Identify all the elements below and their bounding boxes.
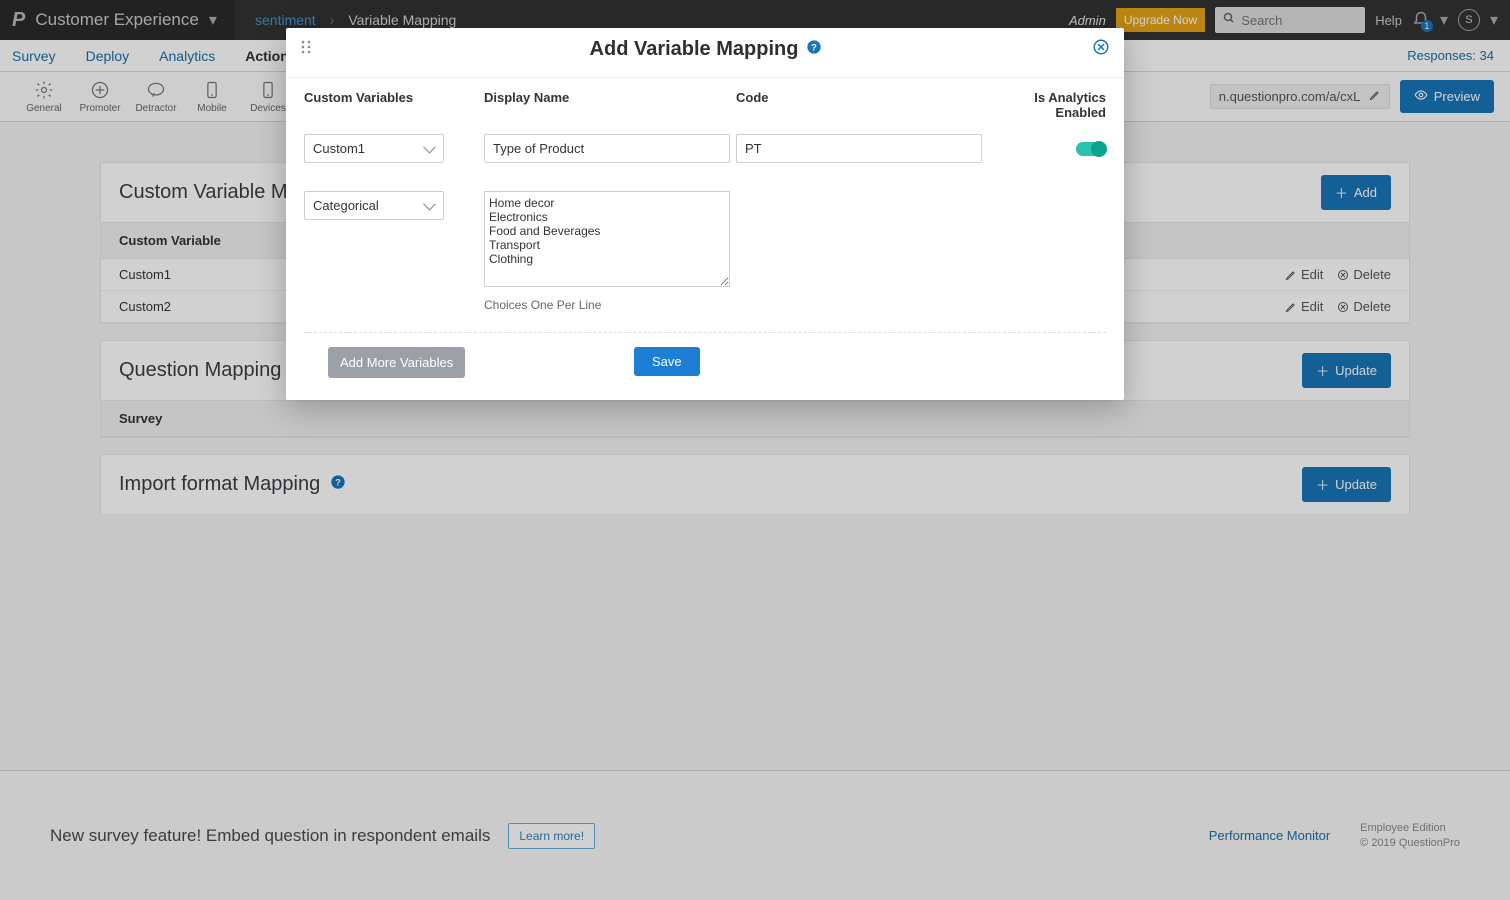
close-button[interactable] [1092, 38, 1110, 61]
choices-hint: Choices One Per Line [484, 298, 736, 312]
col-header-analytics: Is Analytics Enabled [988, 90, 1106, 120]
type-select[interactable]: Categorical [304, 191, 444, 220]
analytics-toggle[interactable] [1076, 142, 1106, 156]
col-header-display: Display Name [484, 90, 736, 120]
add-more-variables-button[interactable]: Add More Variables [328, 347, 465, 378]
choices-textarea[interactable] [484, 191, 730, 287]
display-name-input[interactable] [484, 134, 730, 163]
custom-variable-select[interactable]: Custom1 [304, 134, 444, 163]
svg-text:?: ? [812, 42, 818, 52]
col-header-code: Code [736, 90, 988, 120]
col-header-custom: Custom Variables [304, 90, 484, 120]
modal-title: Add Variable Mapping [590, 38, 799, 61]
add-variable-mapping-modal: Add Variable Mapping ? Custom Variables … [286, 28, 1124, 400]
save-button[interactable]: Save [634, 347, 700, 376]
drag-handle-icon[interactable] [300, 39, 312, 60]
code-input[interactable] [736, 134, 982, 163]
help-icon[interactable]: ? [806, 38, 822, 61]
